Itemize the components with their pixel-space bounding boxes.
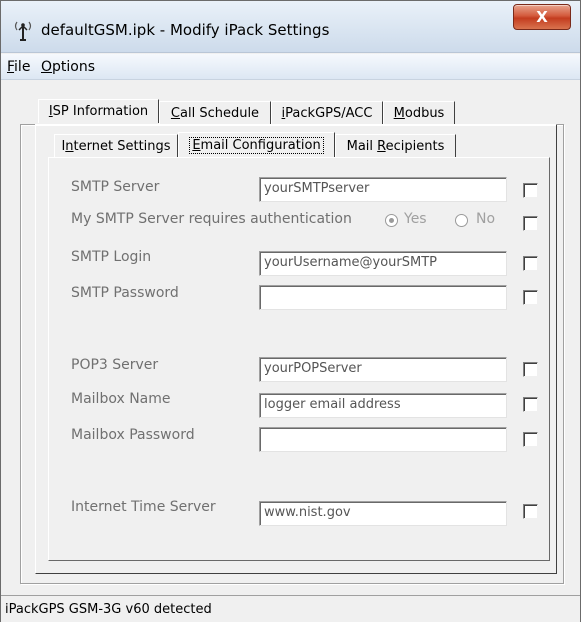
menu-options[interactable]: Options xyxy=(41,59,95,75)
antenna-icon xyxy=(14,21,32,41)
tab-mail-recipients[interactable]: Mail Recipients xyxy=(335,134,456,158)
close-icon: X xyxy=(536,8,548,26)
smtp-login-label: SMTP Login xyxy=(71,249,152,265)
smtp-auth-label: My SMTP Server requires authentication xyxy=(71,211,352,227)
smtp-server-field[interactable]: yourSMTPserver xyxy=(259,177,507,202)
smtp-auth-no-label: No xyxy=(476,211,496,227)
tab-isp-information-label: ISP Information xyxy=(48,104,149,119)
menu-file[interactable]: File xyxy=(7,59,30,75)
title-bar[interactable]: defaultGSM.ipk - Modify iPack Settings X xyxy=(1,1,580,53)
menu-file-hotkey: F xyxy=(7,59,15,75)
smtp-auth-yes-radio[interactable] xyxy=(385,214,398,227)
tab-internet-settings-label: Internet Settings xyxy=(61,139,171,154)
mailbox-password-checkbox[interactable] xyxy=(523,432,538,447)
window-title: defaultGSM.ipk - Modify iPack Settings xyxy=(41,21,330,39)
smtp-auth-yes-label: Yes xyxy=(404,211,427,227)
smtp-login-field[interactable]: yourUsername@yourSMTP xyxy=(259,251,507,276)
smtp-auth-checkbox[interactable] xyxy=(523,216,538,231)
mailbox-name-checkbox[interactable] xyxy=(523,397,538,412)
smtp-password-label: SMTP Password xyxy=(71,285,179,301)
tab-internet-settings[interactable]: Internet Settings xyxy=(54,134,178,158)
smtp-server-label: SMTP Server xyxy=(71,179,160,195)
time-server-field[interactable]: www.nist.gov xyxy=(259,501,507,526)
menu-options-label: ptions xyxy=(52,59,96,75)
tab-modbus[interactable]: Modbus xyxy=(383,101,455,125)
tab-call-schedule[interactable]: Call Schedule xyxy=(159,101,271,125)
tab-ipackgps-acc-label: iPackGPS/ACC xyxy=(281,106,373,121)
status-bar: iPackGPS GSM-3G v60 detected xyxy=(1,595,580,622)
tab-email-configuration[interactable]: Email Configuration xyxy=(178,132,335,158)
menu-bar: File Options xyxy=(1,54,580,80)
tab-mail-recipients-label: Mail Recipients xyxy=(346,139,445,154)
mailbox-password-field[interactable] xyxy=(259,427,507,452)
tab-email-configuration-label: Email Configuration xyxy=(189,137,324,154)
tab-call-schedule-label: Call Schedule xyxy=(170,106,260,121)
time-server-checkbox[interactable] xyxy=(523,504,538,519)
mailbox-name-label: Mailbox Name xyxy=(71,391,171,407)
pop3-server-field[interactable]: yourPOPServer xyxy=(259,357,507,382)
smtp-login-checkbox[interactable] xyxy=(523,256,538,271)
tab-isp-information[interactable]: ISP Information xyxy=(38,99,159,123)
pop3-server-checkbox[interactable] xyxy=(523,362,538,377)
close-button[interactable]: X xyxy=(513,4,571,30)
smtp-password-checkbox[interactable] xyxy=(523,290,538,305)
time-server-label: Internet Time Server xyxy=(71,499,216,515)
smtp-server-checkbox[interactable] xyxy=(523,183,538,198)
app-window: defaultGSM.ipk - Modify iPack Settings X… xyxy=(0,0,581,622)
smtp-password-field[interactable] xyxy=(259,285,507,310)
mailbox-password-label: Mailbox Password xyxy=(71,427,195,443)
mailbox-name-field[interactable]: logger email address xyxy=(259,393,507,418)
tab-modbus-label: Modbus xyxy=(393,106,445,121)
status-text: iPackGPS GSM-3G v60 detected xyxy=(5,602,212,617)
menu-options-hotkey: O xyxy=(41,59,53,75)
smtp-auth-no-radio[interactable] xyxy=(455,214,468,227)
menu-file-label: ile xyxy=(14,59,31,75)
tab-ipackgps-acc[interactable]: iPackGPS/ACC xyxy=(271,101,383,125)
pop3-server-label: POP3 Server xyxy=(71,357,159,373)
